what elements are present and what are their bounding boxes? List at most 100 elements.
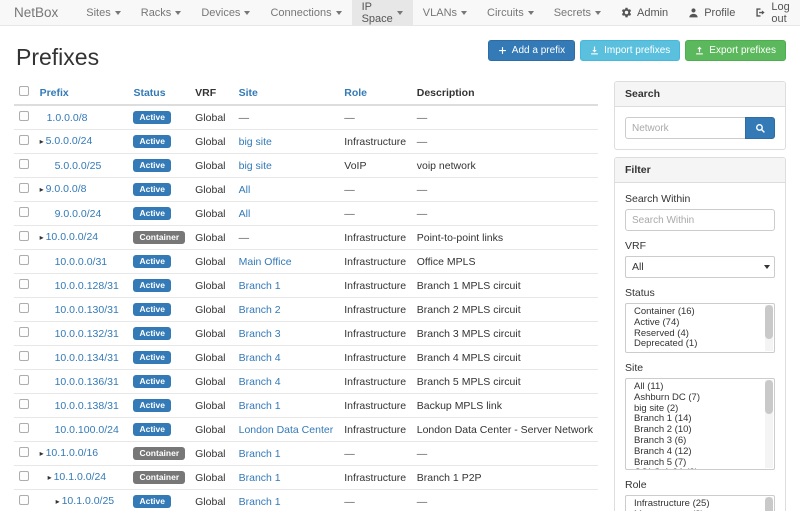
- site-link[interactable]: Branch 1: [239, 448, 281, 460]
- prefix-link[interactable]: 10.0.0.132/31: [55, 328, 119, 340]
- row-checkbox[interactable]: [19, 447, 29, 457]
- row-checkbox[interactable]: [19, 351, 29, 361]
- nav-log-out[interactable]: Log out: [745, 0, 799, 25]
- description-cell: Branch 4 MPLS circuit: [412, 346, 598, 370]
- row-checkbox[interactable]: [19, 303, 29, 313]
- nav-item-connections[interactable]: Connections: [260, 0, 351, 25]
- site-link[interactable]: All: [239, 208, 251, 220]
- nav-item-devices[interactable]: Devices: [191, 0, 260, 25]
- nav-menu: Sites Racks DevicesConnectionsIP SpaceVLAN…: [76, 0, 611, 25]
- listbox-option[interactable]: Active (74): [626, 318, 774, 329]
- scrollbar-thumb[interactable]: [765, 497, 773, 511]
- site-link[interactable]: Branch 4: [239, 376, 281, 388]
- prefix-link[interactable]: 10.0.0.0/31: [55, 256, 108, 268]
- row-checkbox[interactable]: [19, 327, 29, 337]
- add-a-prefix-button[interactable]: Add a prefix: [488, 40, 575, 61]
- select-all-checkbox[interactable]: [19, 86, 29, 96]
- prefix-link[interactable]: 10.0.100.0/24: [55, 424, 119, 436]
- prefix-link[interactable]: 10.0.0.0/24: [46, 231, 99, 243]
- site-link[interactable]: Branch 4: [239, 352, 281, 364]
- site-link[interactable]: London Data Center: [239, 424, 334, 436]
- search-button[interactable]: [745, 117, 775, 139]
- prefix-link[interactable]: 5.0.0.0/25: [55, 160, 102, 172]
- row-checkbox[interactable]: [19, 183, 29, 193]
- expand-caret-icon[interactable]: ▸: [40, 137, 44, 146]
- search-within-input[interactable]: [625, 209, 775, 231]
- row-checkbox[interactable]: [19, 207, 29, 217]
- row-checkbox[interactable]: [19, 375, 29, 385]
- site-link[interactable]: Main Office: [239, 256, 292, 268]
- nav-item-secrets[interactable]: Secrets: [544, 0, 611, 25]
- expand-caret-icon[interactable]: ▸: [56, 497, 60, 506]
- nav-item-ip-space[interactable]: IP Space: [352, 0, 413, 25]
- site-link[interactable]: Branch 1: [239, 472, 281, 484]
- prefix-link[interactable]: 1.0.0.0/8: [47, 112, 88, 124]
- row-checkbox[interactable]: [19, 399, 29, 409]
- row-checkbox[interactable]: [19, 255, 29, 265]
- status-listbox[interactable]: Container (16)Active (74)Reserved (4)Dep…: [625, 303, 775, 353]
- site-link[interactable]: big site: [239, 160, 272, 172]
- import-prefixes-button[interactable]: Import prefixes: [580, 40, 680, 61]
- expand-caret-icon[interactable]: ▸: [40, 233, 44, 242]
- nav-brand[interactable]: NetBox: [14, 0, 58, 25]
- prefix-link[interactable]: 10.0.0.136/31: [55, 376, 119, 388]
- site-cell: Branch 1: [234, 394, 340, 418]
- expand-caret-icon[interactable]: ▸: [48, 473, 52, 482]
- site-link[interactable]: Branch 1: [239, 400, 281, 412]
- nav-item-sites[interactable]: Sites: [76, 0, 130, 25]
- row-checkbox[interactable]: [19, 471, 29, 481]
- nav-profile[interactable]: Profile: [678, 0, 745, 25]
- row-checkbox[interactable]: [19, 159, 29, 169]
- listbox-option[interactable]: COLO-1-2A (2): [626, 468, 774, 470]
- prefix-link[interactable]: 9.0.0.0/8: [46, 183, 87, 195]
- scrollbar-thumb[interactable]: [765, 305, 773, 339]
- column-header-link[interactable]: Role: [344, 87, 367, 99]
- row-checkbox[interactable]: [19, 231, 29, 241]
- nav-item-circuits[interactable]: Circuits: [477, 0, 544, 25]
- row-checkbox[interactable]: [19, 495, 29, 505]
- vrf-cell: Global: [190, 322, 233, 346]
- column-header-link[interactable]: Prefix: [40, 87, 69, 99]
- site-listbox[interactable]: All (11)Ashburn DC (7)big site (2)Branch…: [625, 378, 775, 470]
- listbox-option[interactable]: Deprecated (1): [626, 339, 774, 350]
- site-link[interactable]: Branch 1: [239, 280, 281, 292]
- site-link[interactable]: Branch 1: [239, 496, 281, 508]
- site-link[interactable]: big site: [239, 136, 272, 148]
- prefix-link[interactable]: 5.0.0.0/24: [46, 135, 93, 147]
- prefix-link[interactable]: 10.0.0.130/31: [55, 304, 119, 316]
- row-checkbox[interactable]: [19, 135, 29, 145]
- prefix-link[interactable]: 10.0.0.134/31: [55, 352, 119, 364]
- site-link[interactable]: Branch 2: [239, 304, 281, 316]
- listbox-option[interactable]: Branch 4 (12): [626, 447, 774, 458]
- scrollbar-thumb[interactable]: [765, 380, 773, 414]
- row-checkbox[interactable]: [19, 279, 29, 289]
- listbox-option[interactable]: Ashburn DC (7): [626, 393, 774, 404]
- expand-caret-icon[interactable]: ▸: [40, 185, 44, 194]
- role-listbox[interactable]: Infrastructure (25)Management (8)Private…: [625, 495, 775, 511]
- vrf-select[interactable]: All: [625, 256, 775, 278]
- column-header-link[interactable]: Site: [239, 87, 258, 99]
- prefix-link[interactable]: 10.0.0.128/31: [55, 280, 119, 292]
- vrf-cell: Global: [190, 346, 233, 370]
- column-header-link[interactable]: Status: [133, 87, 165, 99]
- site-cell: All: [234, 202, 340, 226]
- chevron-down-icon: [764, 265, 770, 269]
- search-input[interactable]: [625, 117, 745, 139]
- site-link[interactable]: Branch 3: [239, 328, 281, 340]
- prefix-link[interactable]: 10.1.0.0/16: [46, 447, 99, 459]
- prefix-link[interactable]: 10.1.0.0/24: [54, 471, 107, 483]
- row-checkbox[interactable]: [19, 423, 29, 433]
- expand-caret-icon[interactable]: ▸: [40, 449, 44, 458]
- prefix-link[interactable]: 10.0.0.138/31: [55, 400, 119, 412]
- nav-item-label: Racks: [141, 7, 172, 19]
- row-select-cell: [14, 490, 35, 511]
- row-select-cell: [14, 298, 35, 322]
- nav-item-racks[interactable]: Racks: [131, 0, 192, 25]
- site-link[interactable]: All: [239, 184, 251, 196]
- row-checkbox[interactable]: [19, 111, 29, 121]
- prefix-link[interactable]: 9.0.0.0/24: [55, 208, 102, 220]
- prefix-link[interactable]: 10.1.0.0/25: [62, 495, 115, 507]
- nav-item-vlans[interactable]: VLANs: [413, 0, 477, 25]
- nav-admin[interactable]: Admin: [611, 0, 678, 25]
- export-prefixes-button[interactable]: Export prefixes: [685, 40, 786, 61]
